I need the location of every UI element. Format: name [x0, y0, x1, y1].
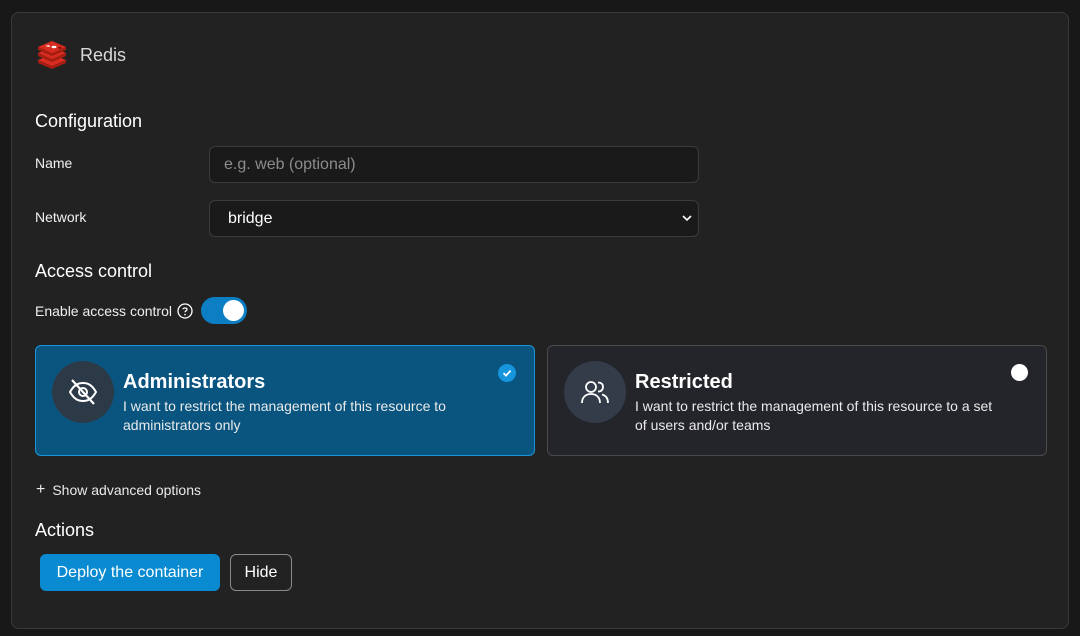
- access-control-toggle-row: Enable access control: [35, 297, 247, 324]
- eye-slash-icon: [68, 379, 98, 405]
- app-title: Redis: [80, 44, 127, 65]
- show-advanced-options-label: Show advanced options: [52, 482, 202, 498]
- restricted-description: I want to restrict the management of thi…: [635, 398, 993, 433]
- main-panel: Redis Configuration Name Network bridge …: [11, 12, 1069, 629]
- access-control-toggle[interactable]: [200, 297, 247, 324]
- access-option-administrators[interactable]: Administrators I want to restrict the ma…: [35, 345, 535, 456]
- access-option-restricted[interactable]: Restricted I want to restrict the manage…: [547, 345, 1047, 456]
- network-select[interactable]: bridge: [209, 200, 699, 237]
- name-label: Name: [35, 155, 73, 171]
- chevron-down-icon: [682, 215, 692, 222]
- access-control-heading: Access control: [35, 261, 153, 281]
- name-input[interactable]: [209, 146, 699, 183]
- access-control-toggle-label: Enable access control: [35, 302, 172, 319]
- administrators-badge: [52, 361, 114, 423]
- users-icon: [581, 381, 609, 404]
- network-label: Network: [35, 209, 87, 225]
- help-icon[interactable]: [177, 302, 193, 319]
- redis-logo-icon: [38, 41, 66, 69]
- show-advanced-options-link[interactable]: + Show advanced options: [36, 481, 201, 499]
- toggle-knob: [222, 300, 244, 321]
- restricted-title: Restricted: [635, 371, 733, 393]
- radio-icon: [1011, 364, 1028, 381]
- check-icon: [498, 364, 516, 382]
- plus-icon: +: [36, 481, 46, 498]
- restricted-badge: [564, 361, 626, 423]
- administrators-description: I want to restrict the management of thi…: [123, 398, 446, 433]
- network-select-value: bridge: [228, 209, 273, 227]
- actions-heading: Actions: [35, 520, 95, 540]
- app-header: Redis: [36, 41, 126, 69]
- hide-button[interactable]: Hide: [230, 554, 292, 591]
- administrators-title: Administrators: [123, 371, 266, 393]
- configuration-heading: Configuration: [35, 111, 143, 131]
- deploy-container-button[interactable]: Deploy the container: [40, 554, 220, 591]
